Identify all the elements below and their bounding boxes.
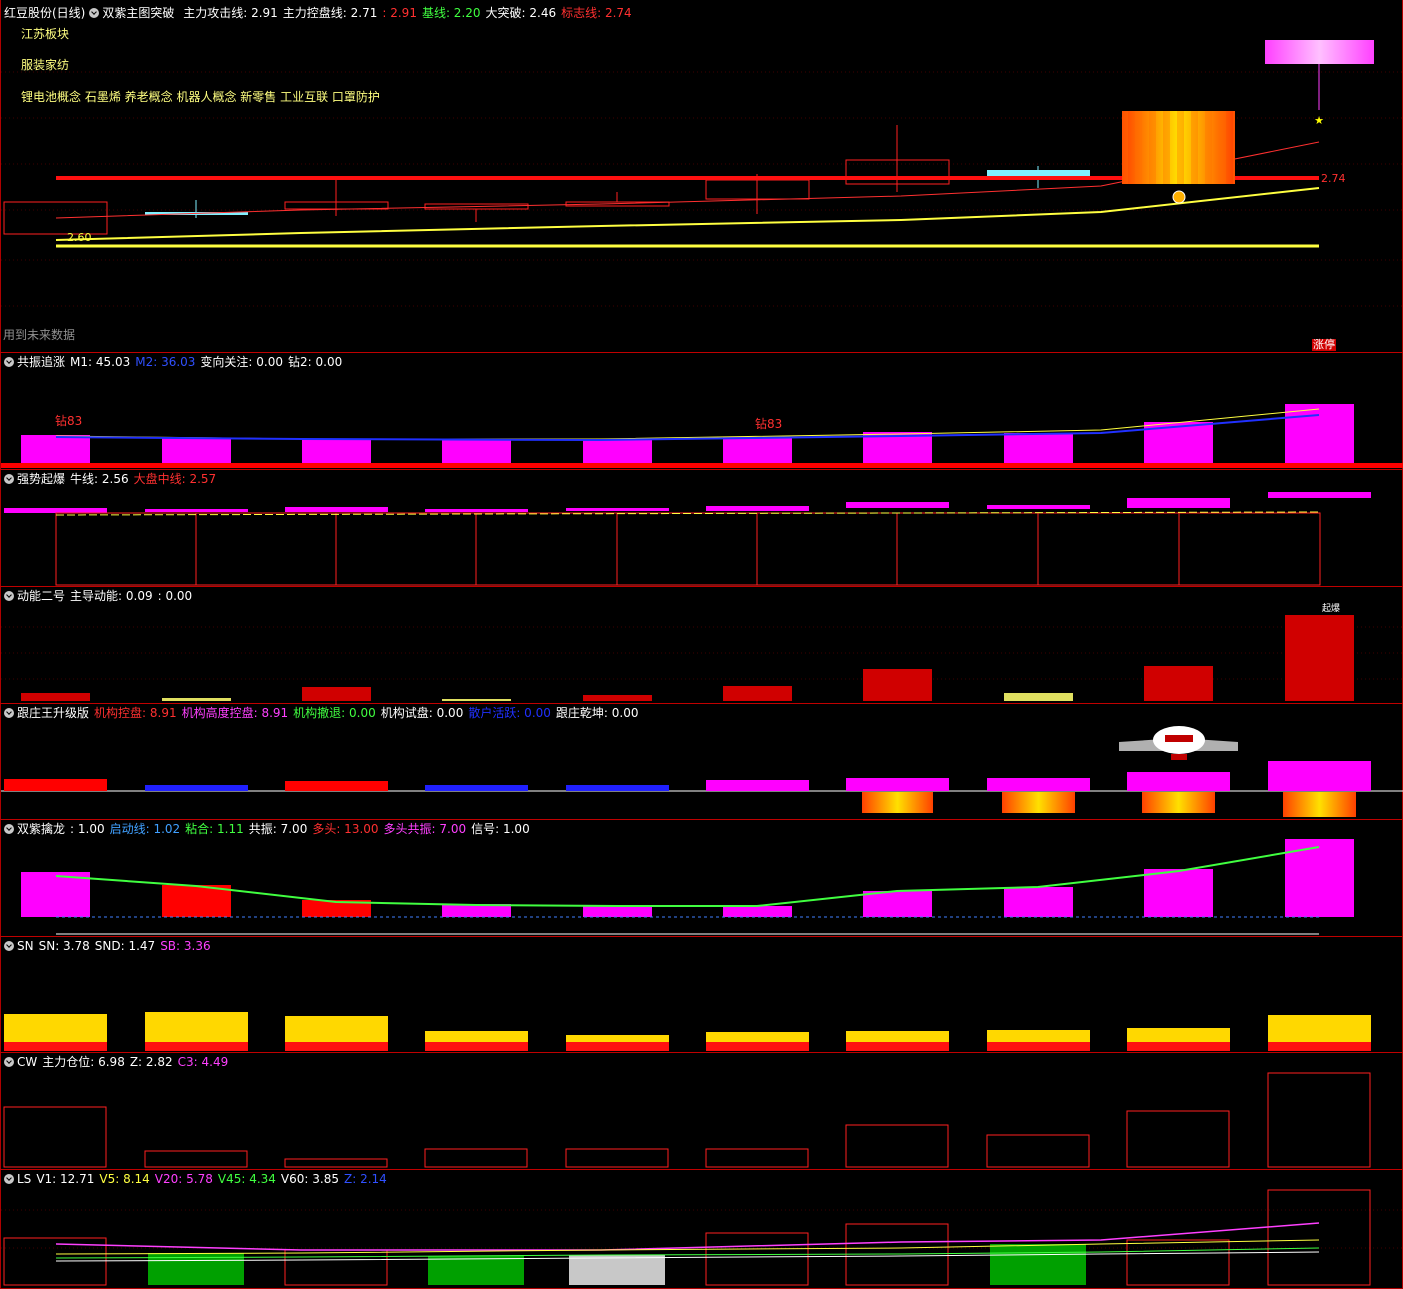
limit-up-tag: 涨停 — [1312, 338, 1336, 351]
strong-breakout-panel[interactable]: 强势起爆 牛线: 2.56 大盘中线: 2.57 — [0, 470, 1403, 587]
bar — [162, 438, 231, 463]
resonance-panel[interactable]: 共振追涨 M1: 45.03 M2: 36.03 变向关注: 0.00 钻2: 0.00… — [0, 353, 1403, 470]
bar — [987, 778, 1090, 791]
cw-panel[interactable]: CW 主力仓位: 6.98 Z: 2.82 C3: 4.49 — [0, 1053, 1403, 1170]
bar — [846, 502, 949, 508]
bar — [723, 906, 792, 917]
follow-dealer-panel[interactable]: 跟庄王升级版 机构控盘: 8.91 机构高度控盘: 8.91 机构撤退: 0.00 机构… — [0, 704, 1403, 820]
next-day-block — [1265, 40, 1374, 64]
marker-label: 钻83 — [755, 417, 783, 431]
bar — [302, 439, 371, 463]
bar — [1268, 761, 1371, 791]
bar — [442, 699, 511, 701]
bar — [145, 785, 248, 791]
bar — [863, 891, 932, 917]
bar — [1127, 772, 1230, 791]
bar — [987, 505, 1090, 509]
ufo-icon — [1119, 726, 1238, 760]
bar — [285, 507, 388, 512]
candle — [3, 201, 108, 235]
bar — [1004, 693, 1073, 701]
m1-line — [55, 408, 1320, 440]
bar — [583, 440, 652, 463]
bar — [1144, 869, 1213, 917]
double-purple-dragon-panel[interactable]: 双紫擒龙: 1.00 启动线: 1.02 粘合: 1.11 共振: 7.00 多头: 1… — [0, 820, 1403, 937]
momentum-panel[interactable]: 动能二号 主导动能: 0.09: 0.00 起爆 — [0, 587, 1403, 704]
bar — [846, 778, 949, 791]
ls-panel[interactable]: LS V1: 12.71 V5: 8.14 V20: 5.78 V45: 4.34 V60… — [0, 1170, 1403, 1289]
bar — [442, 439, 511, 463]
bar — [162, 698, 231, 701]
breakout-top-label: 起爆 — [1322, 604, 1341, 614]
candle — [987, 170, 1090, 176]
bar — [723, 686, 792, 701]
bar — [566, 785, 669, 791]
bar — [4, 508, 107, 513]
bar — [21, 693, 90, 701]
bar — [1268, 492, 1371, 498]
price-label-left: 2.60 — [67, 231, 92, 244]
star-icon: ★ — [1314, 114, 1324, 127]
bar — [1004, 887, 1073, 917]
signal-marker — [1172, 190, 1186, 204]
bar — [425, 509, 528, 512]
bar — [4, 779, 107, 791]
bar — [706, 506, 809, 511]
price-chart-svg: ★ — [1, 40, 1403, 307]
bar — [145, 509, 248, 512]
bar — [583, 906, 652, 917]
bar — [1127, 498, 1230, 508]
bar — [21, 872, 90, 917]
marker-label: 钻83 — [55, 414, 83, 428]
bar — [302, 687, 371, 701]
future-data-warning: 用到未来数据 — [3, 328, 76, 342]
price-label-right: 2.74 — [1321, 172, 1346, 185]
bar — [583, 695, 652, 701]
bar — [723, 437, 792, 463]
bar — [21, 435, 90, 463]
bar — [285, 781, 388, 791]
bar — [1004, 433, 1073, 463]
bar — [863, 669, 932, 701]
adhesion-line — [55, 846, 1320, 907]
bar — [706, 780, 809, 791]
bar — [1144, 666, 1213, 701]
bar — [425, 785, 528, 791]
bar — [1285, 404, 1354, 463]
bar — [1285, 615, 1354, 701]
bar — [566, 508, 669, 511]
main-chart-panel[interactable]: 红豆股份(日线) 双紫主图突破 主力攻击线: 2.91 主力控盘线: 2.71: 2… — [0, 0, 1403, 353]
sn-panel[interactable]: SN SN: 3.78 SND: 1.47 SB: 3.36 — [0, 937, 1403, 1053]
